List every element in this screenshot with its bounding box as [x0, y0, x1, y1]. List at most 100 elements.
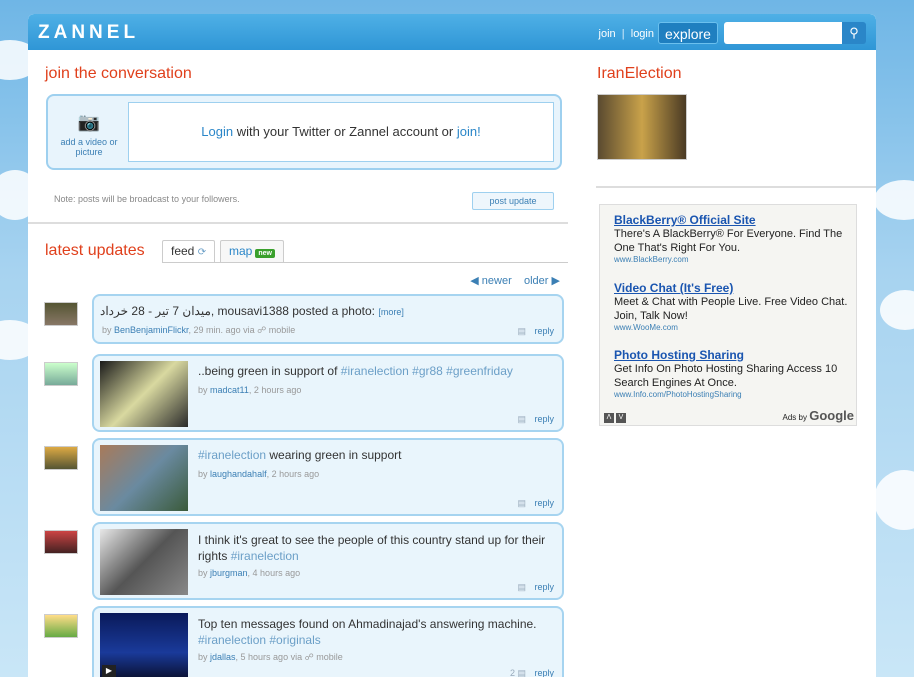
comment-icon[interactable]: ▤ — [517, 414, 526, 425]
join-link[interactable]: join — [599, 28, 616, 40]
divider — [596, 186, 876, 188]
update-item: I think it's great to see the people of … — [28, 522, 568, 600]
top-bar: ZANNEL join | login explore ⚲ — [28, 14, 876, 50]
post-update-button[interactable]: post update — [472, 192, 554, 210]
cloud — [874, 470, 914, 530]
ad-item: BlackBerry® Official Site There's A Blac… — [614, 213, 850, 264]
update-meta: by laughandahalf, 2 hours ago — [198, 469, 320, 479]
add-media-button[interactable]: 📷 add a video or picture — [56, 112, 122, 157]
more-link[interactable]: [more] — [378, 307, 404, 317]
update-text-main: wearing green in support — [266, 448, 402, 462]
photo-thumbnail[interactable] — [100, 529, 188, 595]
username-link[interactable]: madcat11 — [210, 385, 249, 395]
reply-link[interactable]: reply — [534, 498, 554, 508]
comment-count[interactable]: 2 ▤ — [510, 668, 526, 677]
older-label: older — [524, 275, 549, 287]
timestamp: , 5 hours ago via — [235, 652, 303, 662]
update-meta: by jdallas, 5 hours ago via ☍ mobile — [198, 652, 343, 662]
username-link[interactable]: laughandahalf — [210, 469, 267, 479]
ad-title-link[interactable]: Video Chat (It's Free) — [614, 281, 850, 295]
reply-link[interactable]: reply — [534, 414, 554, 424]
ad-title-link[interactable]: BlackBerry® Official Site — [614, 213, 850, 227]
update-bubble: میدان 7 تیر - 28 خرداد, mousavi1388 post… — [92, 294, 564, 344]
avatar[interactable] — [44, 614, 78, 638]
update-text: ..being green in support of #iranelectio… — [198, 364, 548, 378]
update-text: #iranelection wearing green in support — [198, 448, 548, 462]
page: ZANNEL join | login explore ⚲ join the c… — [28, 14, 876, 677]
ad-item: Photo Hosting Sharing Get Info On Photo … — [614, 348, 850, 399]
older-link[interactable]: older ▶ — [524, 275, 560, 287]
reply-link[interactable]: reply — [534, 326, 554, 336]
ad-next-icon[interactable]: V — [616, 413, 626, 423]
via-label: mobile — [316, 652, 343, 662]
video-thumbnail[interactable]: ▶ — [100, 613, 188, 677]
update-text: I think it's great to see the people of … — [198, 532, 558, 564]
timestamp: , 2 hours ago — [266, 469, 320, 479]
play-icon[interactable]: ▶ — [102, 665, 116, 677]
photo-thumbnail[interactable] — [100, 361, 188, 427]
search-input[interactable] — [724, 22, 842, 44]
update-meta: by madcat11, 2 hours ago — [198, 385, 302, 395]
username-link[interactable]: jdallas — [210, 652, 236, 662]
username-link[interactable]: jburgman — [210, 568, 248, 578]
zannel-logo[interactable]: ZANNEL — [38, 22, 139, 44]
login-prompt: Login with your Twitter or Zannel accoun… — [128, 102, 554, 162]
mobile-icon: ☍ — [257, 325, 267, 335]
update-item: ..being green in support of #iranelectio… — [28, 354, 568, 432]
login-link[interactable]: login — [631, 28, 654, 40]
rss-icon: ⟳ — [197, 247, 207, 258]
ad-block: BlackBerry® Official Site There's A Blac… — [599, 204, 857, 426]
update-bubble: I think it's great to see the people of … — [92, 522, 564, 600]
add-media-label: add a video or picture — [60, 137, 118, 157]
ad-prev-icon[interactable]: Λ — [604, 413, 614, 423]
ad-description: There's A BlackBerry® For Everyone. Find… — [614, 228, 843, 254]
comment-icon[interactable]: ▤ — [517, 498, 526, 509]
search-button[interactable]: ⚲ — [842, 22, 866, 44]
tab-map-label: map — [229, 244, 253, 258]
timestamp: , 2 hours ago — [248, 385, 302, 395]
avatar[interactable] — [44, 446, 78, 470]
hashtag-link[interactable]: #iranelection #originals — [198, 633, 321, 647]
topic-image[interactable] — [597, 94, 687, 160]
newer-link[interactable]: ◀ newer — [470, 275, 512, 287]
google-logo: Google — [809, 408, 854, 423]
avatar[interactable] — [44, 302, 78, 326]
ad-url[interactable]: www.Info.com/PhotoHostingSharing — [614, 390, 850, 399]
login-prompt-link[interactable]: Login — [201, 124, 233, 139]
cloud — [880, 290, 914, 330]
update-text-rtl: میدان 7 تیر - 28 خرداد — [100, 304, 211, 318]
update-bubble: #iranelection wearing green in support b… — [92, 438, 564, 516]
hashtag-link[interactable]: #iranelection — [231, 549, 299, 563]
reply-link[interactable]: reply — [534, 668, 554, 677]
reply-link[interactable]: reply — [534, 582, 554, 592]
hashtag-link[interactable]: #iranelection #gr88 #greenfriday — [341, 364, 513, 378]
timestamp: , 4 hours ago — [247, 568, 301, 578]
tab-feed[interactable]: feed ⟳ — [162, 240, 216, 262]
tab-underline — [162, 262, 568, 263]
update-meta: by BenBenjaminFlickr, 29 min. ago via ☍ … — [102, 325, 296, 335]
new-badge: new — [255, 249, 275, 258]
photo-thumbnail[interactable] — [100, 445, 188, 511]
username-link[interactable]: BenBenjaminFlickr — [114, 325, 189, 335]
login-prompt-text: with your Twitter or Zannel account or — [233, 124, 457, 139]
update-item: ▶ Top ten messages found on Ahmadinajad'… — [28, 606, 568, 677]
comment-count-value: 2 — [509, 668, 515, 677]
latest-updates-title: latest updates — [45, 242, 145, 259]
ad-url[interactable]: www.WooMe.com — [614, 323, 850, 332]
ad-title-link[interactable]: Photo Hosting Sharing — [614, 348, 850, 362]
hashtag-link[interactable]: #iranelection — [198, 448, 266, 462]
explore-button[interactable]: explore — [658, 22, 718, 44]
via-label: mobile — [268, 325, 296, 335]
update-bubble: ▶ Top ten messages found on Ahmadinajad'… — [92, 606, 564, 677]
avatar[interactable] — [44, 530, 78, 554]
ads-by-google[interactable]: Ads by Google — [783, 408, 854, 423]
comment-icon[interactable]: ▤ — [517, 326, 526, 337]
ad-url[interactable]: www.BlackBerry.com — [614, 255, 850, 264]
avatar[interactable] — [44, 362, 78, 386]
join-prompt-link[interactable]: join! — [457, 124, 481, 139]
tab-map[interactable]: map new — [220, 240, 284, 262]
ad-item: Video Chat (It's Free) Meet & Chat with … — [614, 281, 850, 332]
comment-icon[interactable]: ▤ — [517, 582, 526, 593]
mobile-icon: ☍ — [304, 652, 314, 662]
timestamp: , 29 min. ago via — [188, 325, 255, 335]
